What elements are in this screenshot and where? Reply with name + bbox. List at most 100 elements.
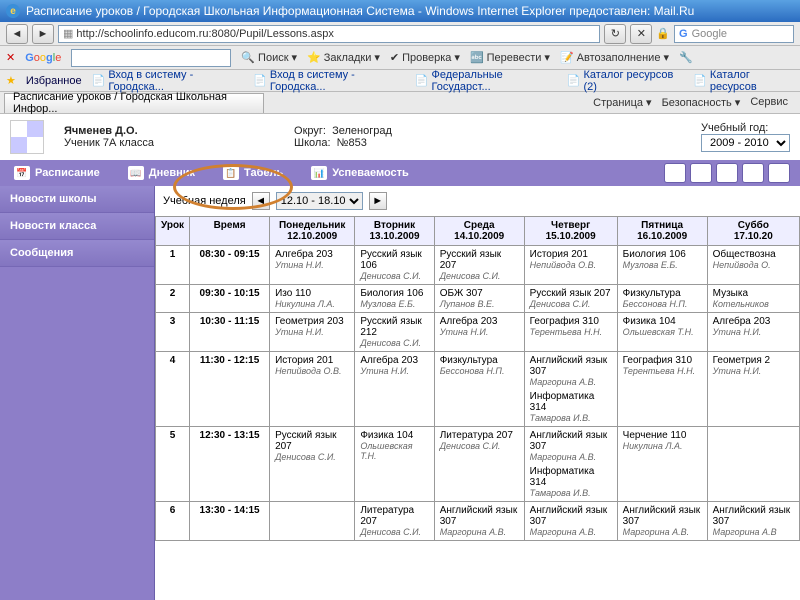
check-button[interactable]: ✔ Проверка ▾ [390, 51, 460, 64]
favorites-star-icon[interactable]: ★ [6, 74, 16, 87]
page-menu: Страница ▾ Безопасность ▾ Сервис [593, 96, 796, 109]
school-num-label: Школа: [294, 137, 331, 149]
school-logo [10, 120, 44, 154]
student-info-bar: Ячменев Д.О. Ученик 7А класса Округ: Зел… [0, 114, 800, 160]
lesson-time: 10:30 - 11:15 [190, 313, 270, 352]
fav-link-3[interactable]: 📄 Федеральные Государст... [415, 69, 557, 93]
week-next[interactable]: ► [369, 192, 387, 210]
browser-search[interactable]: G Google [674, 25, 794, 43]
search-placeholder: Google [692, 28, 727, 40]
year-select[interactable]: 2009 - 2010 [701, 134, 790, 152]
window-titlebar: e Расписание уроков / Городская Школьная… [0, 0, 800, 22]
school-num-value: №853 [337, 137, 367, 149]
lesson-cell: Русский язык 212Денисова С.И. [355, 313, 434, 352]
fav-link-2[interactable]: 📄 Вход в систему - Городска... [253, 69, 405, 93]
col-mon: Понедельник12.10.2009 [270, 217, 355, 246]
lesson-cell: Английский язык 307Маргорина А.В. [617, 502, 707, 541]
nav-diary[interactable]: 📖Дневник [114, 166, 209, 180]
lesson-cell: Литература 207Денисова С.И. [434, 427, 524, 502]
nav-grades[interactable]: 📊Успеваемость [297, 166, 423, 180]
lesson-cell: Биология 106Музлова Е.Б. [617, 246, 707, 285]
lesson-cell [270, 502, 355, 541]
url-text: http://schoolinfo.educom.ru:8080/Pupil/L… [76, 28, 333, 40]
year-label: Учебный год: [701, 122, 790, 134]
nav-schedule[interactable]: 📅Расписание [0, 166, 114, 180]
ie-icon: e [6, 4, 20, 18]
sidebar-messages[interactable]: Сообщения [0, 240, 154, 267]
wrench-icon[interactable]: 🔧 [679, 51, 693, 64]
google-icon: G [679, 28, 688, 40]
col-time: Время [190, 217, 270, 246]
lesson-cell: ФизкультураБессонова Н.П. [434, 352, 524, 427]
tools-dropdown[interactable]: Сервис [750, 96, 788, 109]
sidebar-class-news[interactable]: Новости класса [0, 213, 154, 240]
lesson-cell: Алгебра 203Утина Н.И. [355, 352, 434, 427]
sidebar: Новости школы Новости класса Сообщения [0, 186, 155, 600]
fav-link-5[interactable]: 📄 Каталог ресурсов [693, 69, 794, 93]
refresh-button[interactable]: ↻ [604, 24, 626, 44]
window-title: Расписание уроков / Городская Школьная И… [26, 4, 694, 18]
lesson-cell: Русский язык 207Денисова С.И. [524, 285, 617, 313]
toolbar-icon-4[interactable] [742, 163, 764, 183]
okrug-label: Округ: [294, 125, 326, 137]
lesson-cell: Английский язык 307Маргорина А.В.Информа… [524, 427, 617, 502]
lock-icon: 🔒 [656, 27, 670, 40]
page-icon: ▦ [63, 27, 73, 40]
lesson-time: 09:30 - 10:15 [190, 285, 270, 313]
back-button[interactable]: ◄ [6, 24, 28, 44]
stop-button[interactable]: ✕ [630, 24, 652, 44]
week-prev[interactable]: ◄ [252, 192, 270, 210]
favorites-bar: ★ Избранное 📄 Вход в систему - Городска.… [0, 70, 800, 92]
toolbar-icon-3[interactable] [716, 163, 738, 183]
col-tue: Вторник13.10.2009 [355, 217, 434, 246]
table-row: 613:30 - 14:15Литература 207Денисова С.И… [156, 502, 800, 541]
lesson-cell: История 201Непийвода О.В. [524, 246, 617, 285]
toolbar-icon-2[interactable] [690, 163, 712, 183]
address-bar: ◄ ► ▦http://schoolinfo.educom.ru:8080/Pu… [0, 22, 800, 46]
week-select[interactable]: 12.10 - 18.10 [276, 192, 363, 210]
schedule-table: Урок Время Понедельник12.10.2009 Вторник… [155, 216, 800, 541]
translate-button[interactable]: 🔤 Перевести ▾ [470, 51, 550, 64]
main-nav: 📅Расписание 📖Дневник 📋Табель 📊Успеваемос… [0, 160, 800, 186]
google-logo: Google [25, 52, 61, 64]
lesson-cell: Русский язык 207Денисова С.И. [270, 427, 355, 502]
toolbar-icon-5[interactable] [768, 163, 790, 183]
lesson-cell: Черчение 110Никулина Л.А. [617, 427, 707, 502]
week-selector: Учебная неделя ◄ 12.10 - 18.10 ► [155, 186, 800, 216]
week-label: Учебная неделя [163, 195, 246, 207]
col-lesson: Урок [156, 217, 190, 246]
google-toolbar: ✕ Google 🔍 Поиск ▾ ⭐ Закладки ▾ ✔ Провер… [0, 46, 800, 70]
lesson-number: 5 [156, 427, 190, 502]
col-fri: Пятница16.10.2009 [617, 217, 707, 246]
bookmarks-button[interactable]: ⭐ Закладки ▾ [307, 51, 380, 64]
lesson-time: 13:30 - 14:15 [190, 502, 270, 541]
security-dropdown[interactable]: Безопасность ▾ [662, 96, 741, 109]
table-row: 411:30 - 12:15История 201Непийвода О.В.А… [156, 352, 800, 427]
lesson-number: 6 [156, 502, 190, 541]
browser-tab[interactable]: Расписание уроков / Городская Школьная И… [4, 93, 264, 113]
autofill-button[interactable]: 📝 Автозаполнение ▾ [560, 51, 669, 64]
lesson-cell: География 310Терентьева Н.Н. [617, 352, 707, 427]
close-toolbar-icon[interactable]: ✕ [6, 51, 15, 64]
lesson-cell: Геометрия 203Утина Н.И. [270, 313, 355, 352]
col-sat: Суббо17.10.20 [707, 217, 799, 246]
search-button[interactable]: 🔍 Поиск ▾ [241, 51, 297, 64]
col-wed: Среда14.10.2009 [434, 217, 524, 246]
google-search-input[interactable] [71, 49, 231, 67]
fav-link-4[interactable]: 📄 Каталог ресурсов (2) [567, 69, 683, 93]
toolbar-icon-1[interactable] [664, 163, 686, 183]
col-thu: Четверг15.10.2009 [524, 217, 617, 246]
favorites-label[interactable]: Избранное [26, 75, 82, 87]
book-icon: 📖 [128, 166, 144, 180]
url-field[interactable]: ▦http://schoolinfo.educom.ru:8080/Pupil/… [58, 25, 600, 43]
lesson-cell: МузыкаКотельников [707, 285, 799, 313]
lesson-cell: Английский язык 307Маргорина А.В. [524, 502, 617, 541]
nav-report[interactable]: 📋Табель [209, 166, 297, 180]
lesson-cell: Изо 110Никулина Л.А. [270, 285, 355, 313]
fav-link-1[interactable]: 📄 Вход в систему - Городска... [92, 69, 244, 93]
lesson-cell: ОбществознаНепийвода О. [707, 246, 799, 285]
schedule-content: Учебная неделя ◄ 12.10 - 18.10 ► Урок Вр… [155, 186, 800, 600]
sidebar-school-news[interactable]: Новости школы [0, 186, 154, 213]
page-dropdown[interactable]: Страница ▾ [593, 96, 651, 109]
forward-button[interactable]: ► [32, 24, 54, 44]
